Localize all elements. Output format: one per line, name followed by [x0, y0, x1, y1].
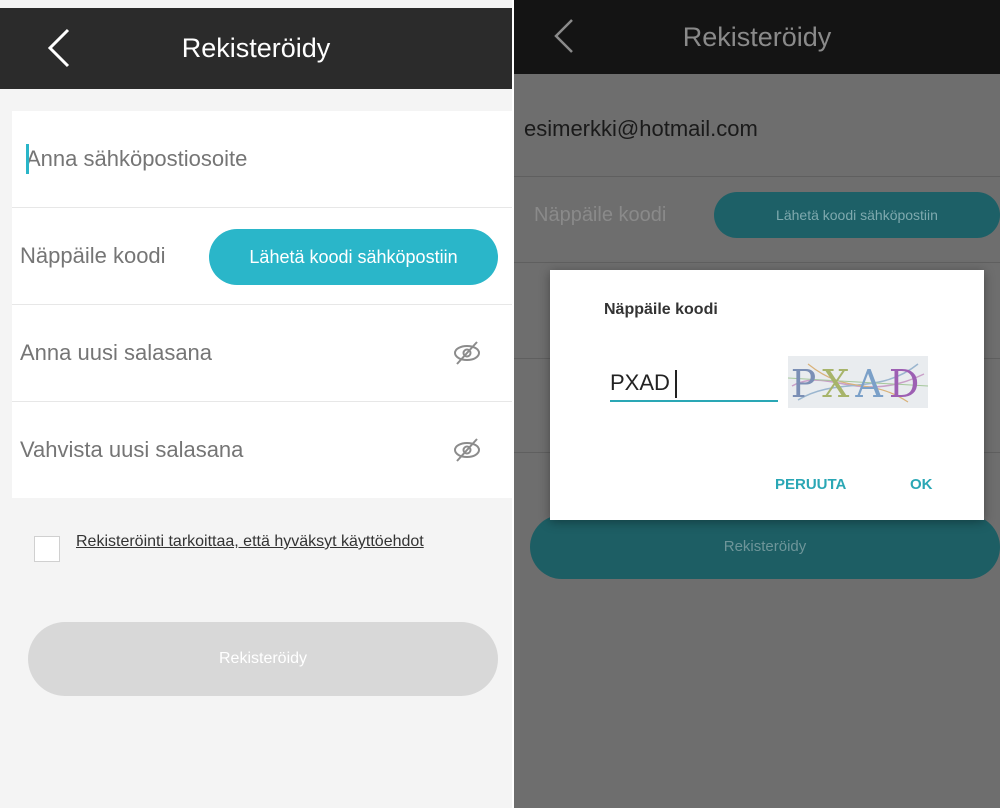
header-bar: Rekisteröidy — [514, 0, 1000, 74]
password-row — [12, 305, 512, 402]
register-screen-with-dialog: Rekisteröidy esimerkki@hotmail.com Näppä… — [514, 0, 1000, 808]
send-code-button[interactable]: Lähetä koodi sähköpostiin — [714, 192, 1000, 238]
code-row: Lähetä koodi sähköpostiin — [12, 208, 512, 305]
dialog-title: Näppäile koodi — [604, 301, 718, 318]
register-screen: Rekisteröidy Lähetä koodi sähköpostiin — [0, 0, 514, 808]
terms-link[interactable]: Rekisteröinti tarkoittaa, että hyväksyt … — [76, 530, 476, 554]
page-title: Rekisteröidy — [682, 22, 832, 52]
code-input[interactable]: Näppäile koodi — [534, 204, 666, 227]
header-bar: Rekisteröidy — [0, 8, 512, 89]
captcha-input[interactable] — [610, 366, 778, 402]
captcha-dialog: Näppäile koodi PXAD PERUUTA OK — [550, 270, 984, 520]
captcha-image[interactable]: PXAD — [788, 356, 928, 408]
page-title: Rekisteröidy — [181, 33, 331, 63]
captcha-text: PXAD — [790, 362, 926, 406]
confirm-password-row — [12, 402, 512, 498]
text-cursor — [675, 370, 677, 398]
cancel-button[interactable]: PERUUTA — [775, 476, 846, 493]
confirm-password-input[interactable] — [20, 402, 420, 498]
eye-off-icon — [454, 438, 480, 462]
send-code-button[interactable]: Lähetä koodi sähköpostiin — [209, 229, 498, 285]
ok-button[interactable]: OK — [910, 476, 933, 493]
password-visibility-toggle[interactable] — [452, 339, 482, 367]
password-input[interactable] — [20, 305, 420, 401]
email-row — [12, 111, 512, 208]
email-value[interactable]: esimerkki@hotmail.com — [524, 116, 758, 142]
text-cursor — [26, 144, 29, 174]
eye-off-icon — [454, 341, 480, 365]
terms-checkbox[interactable] — [34, 536, 60, 562]
email-input[interactable] — [26, 111, 506, 207]
row-divider — [514, 262, 1000, 263]
register-form: Lähetä koodi sähköpostiin — [12, 111, 512, 498]
register-button[interactable]: Rekisteröidy — [28, 622, 498, 696]
row-divider — [514, 176, 1000, 177]
register-button[interactable]: Rekisteröidy — [530, 515, 1000, 579]
code-input[interactable] — [20, 208, 200, 304]
confirm-password-visibility-toggle[interactable] — [452, 436, 482, 464]
